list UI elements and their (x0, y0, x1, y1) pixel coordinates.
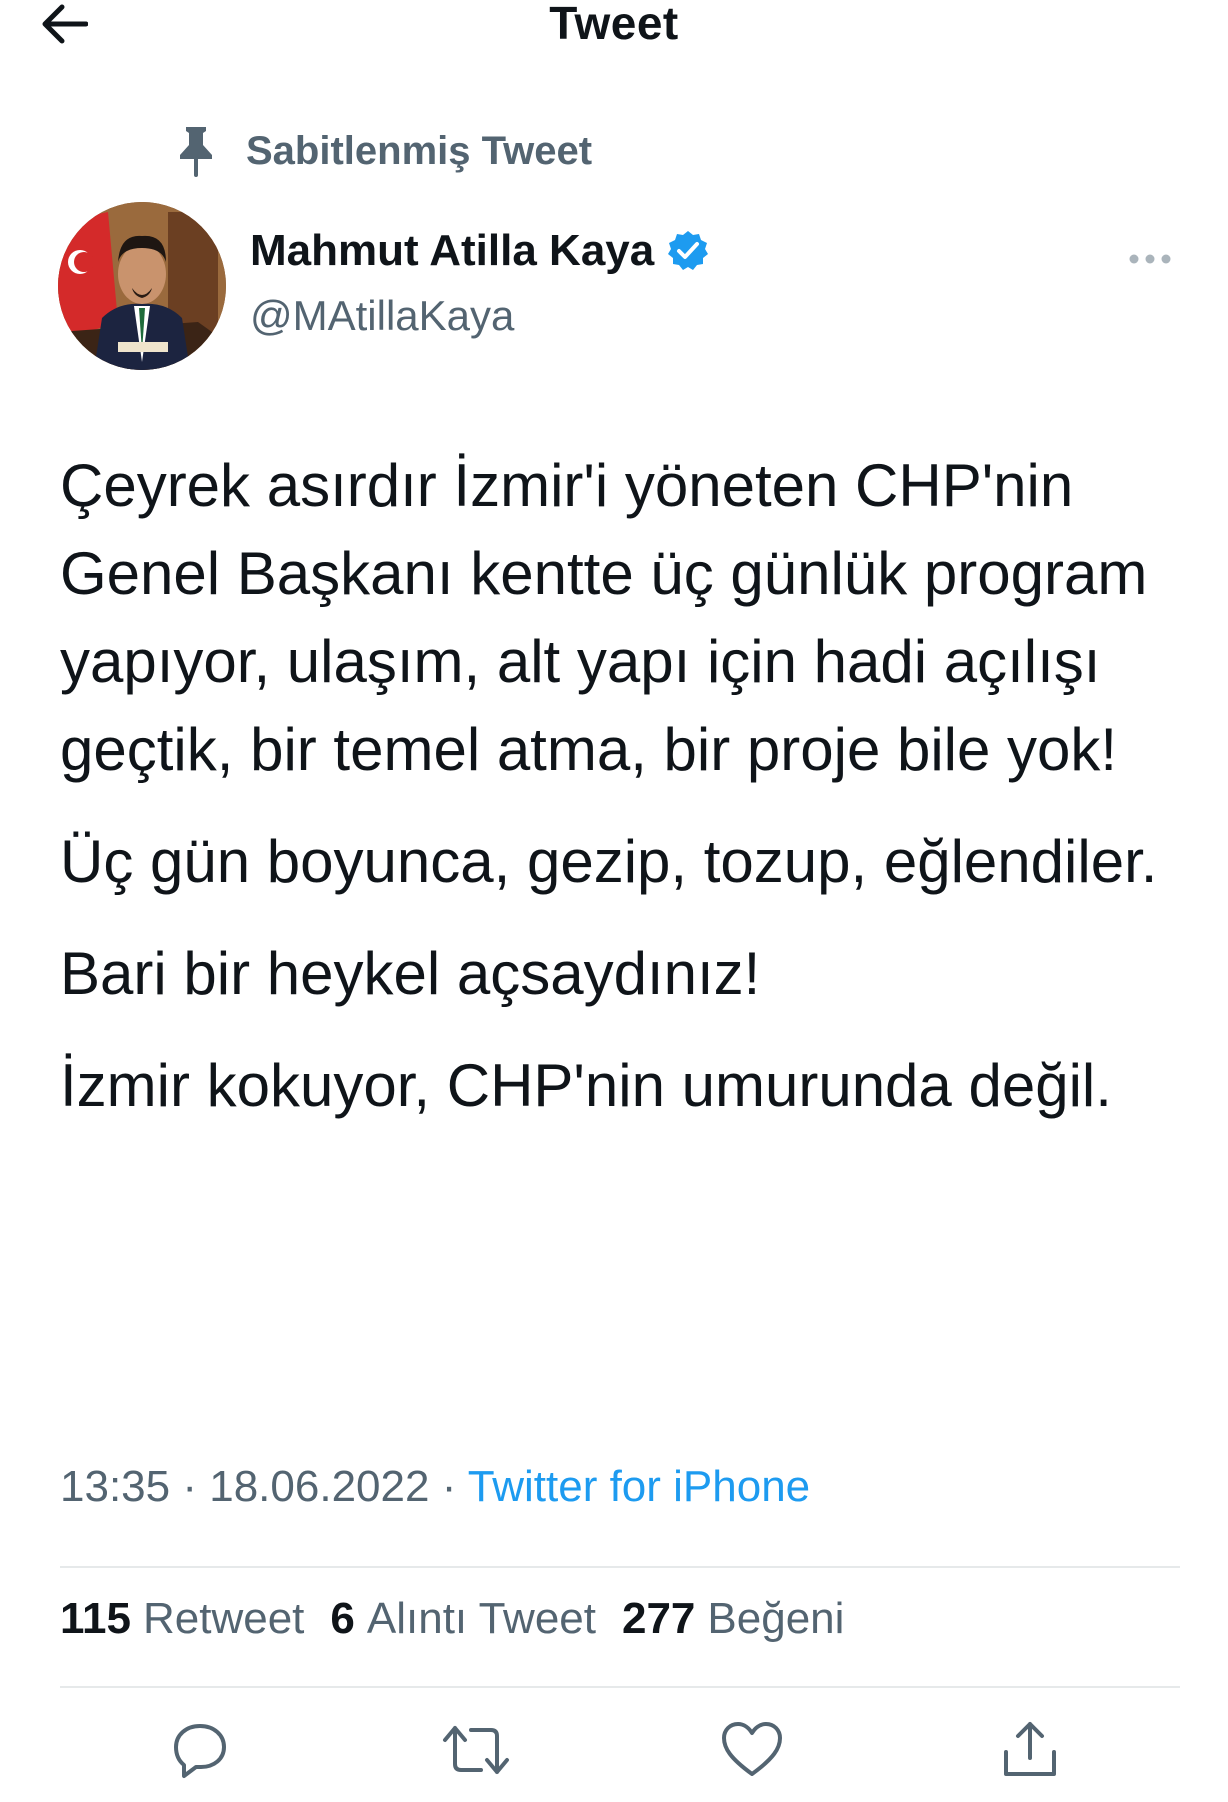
tweet-paragraph: Bari bir heykel açsaydınız! (60, 940, 761, 1007)
name-row: Mahmut Atilla Kaya (250, 226, 710, 276)
quotes-stat[interactable]: 6 Alıntı Tweet (330, 1594, 596, 1644)
quotes-count: 6 (330, 1594, 355, 1643)
retweet-button[interactable] (436, 1710, 516, 1790)
action-bar (60, 1710, 1180, 1790)
meta-separator: · (441, 1462, 457, 1511)
tweet-source-link[interactable]: Twitter for iPhone (468, 1462, 810, 1511)
tweet-paragraph: Üç gün boyunca, gezip, tozup, eğlendiler… (60, 828, 1158, 895)
retweet-icon (443, 1726, 509, 1774)
author-row: Mahmut Atilla Kaya @MAtillaKaya (58, 202, 1178, 372)
reply-icon (174, 1724, 226, 1778)
reply-button[interactable] (160, 1710, 240, 1790)
tweet-text: Çeyrek asırdır İzmir'i yöneten CHP'nin G… (60, 442, 1180, 1154)
likes-label: Beğeni (707, 1594, 845, 1643)
retweets-stat[interactable]: 115 Retweet (60, 1594, 304, 1644)
handle[interactable]: @MAtillaKaya (250, 292, 514, 340)
more-options-button[interactable] (1122, 244, 1178, 274)
tweet-paragraph: İzmir kokuyor, CHP'nin umurunda değil. (60, 1052, 1112, 1119)
like-icon (722, 1722, 782, 1776)
display-name[interactable]: Mahmut Atilla Kaya (250, 226, 654, 276)
share-button[interactable] (990, 1710, 1070, 1790)
top-bar: Tweet (0, 0, 1228, 60)
retweets-count: 115 (60, 1594, 131, 1643)
tweet-date[interactable]: 18.06.2022 (209, 1462, 429, 1511)
pin-icon (170, 123, 222, 179)
quotes-label: Alıntı Tweet (366, 1594, 596, 1643)
verified-badge-icon (668, 231, 709, 270)
page-title: Tweet (549, 0, 679, 49)
tweet-paragraph: Çeyrek asırdır İzmir'i yöneten CHP'nin G… (60, 452, 1148, 783)
divider (60, 1566, 1180, 1568)
more-icon (1129, 254, 1171, 264)
meta-separator: · (182, 1462, 197, 1511)
likes-stat[interactable]: 277 Beğeni (622, 1594, 844, 1644)
retweets-label: Retweet (142, 1594, 305, 1643)
share-icon (1004, 1722, 1056, 1776)
pinned-label: Sabitlenmiş Tweet (246, 128, 593, 173)
tweet-time[interactable]: 13:35 (60, 1462, 170, 1511)
divider (60, 1686, 1180, 1688)
avatar[interactable] (58, 202, 226, 370)
engagement-stats: 115 Retweet 6 Alıntı Tweet 277 Beğeni (60, 1594, 870, 1644)
tweet-meta: 13:35 · 18.06.2022 · Twitter for iPhone (60, 1462, 810, 1512)
likes-count: 277 (621, 1594, 696, 1643)
pinned-indicator: Sabitlenmiş Tweet (170, 123, 592, 179)
like-button[interactable] (712, 1710, 792, 1790)
